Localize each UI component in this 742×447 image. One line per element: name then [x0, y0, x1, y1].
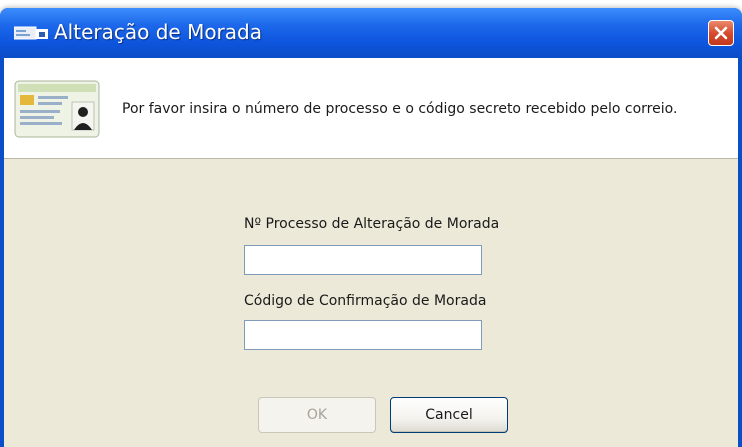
- dialog-body: Nº Processo de Alteração de Morada Códig…: [4, 159, 738, 447]
- confirmation-code-label: Código de Confirmação de Morada: [244, 293, 487, 309]
- close-icon: [714, 26, 728, 40]
- process-number-label: Nº Processo de Alteração de Morada: [244, 216, 500, 232]
- dialog-header: Por favor insira o número de processo e …: [4, 58, 738, 158]
- ok-button[interactable]: OK: [258, 397, 376, 433]
- address-card-icon: [14, 26, 48, 40]
- id-card-icon: [14, 80, 100, 138]
- confirmation-code-input[interactable]: [244, 320, 482, 350]
- cancel-button[interactable]: Cancel: [390, 397, 508, 433]
- instruction-text: Por favor insira o número de processo e …: [122, 101, 678, 117]
- process-number-input[interactable]: [244, 245, 482, 275]
- title-bar[interactable]: Alteração de Morada: [0, 8, 742, 58]
- dialog-window: Alteração de Morada Por favor insira o n…: [0, 8, 742, 447]
- window-title: Alteração de Morada: [54, 20, 262, 44]
- close-button[interactable]: [708, 20, 734, 46]
